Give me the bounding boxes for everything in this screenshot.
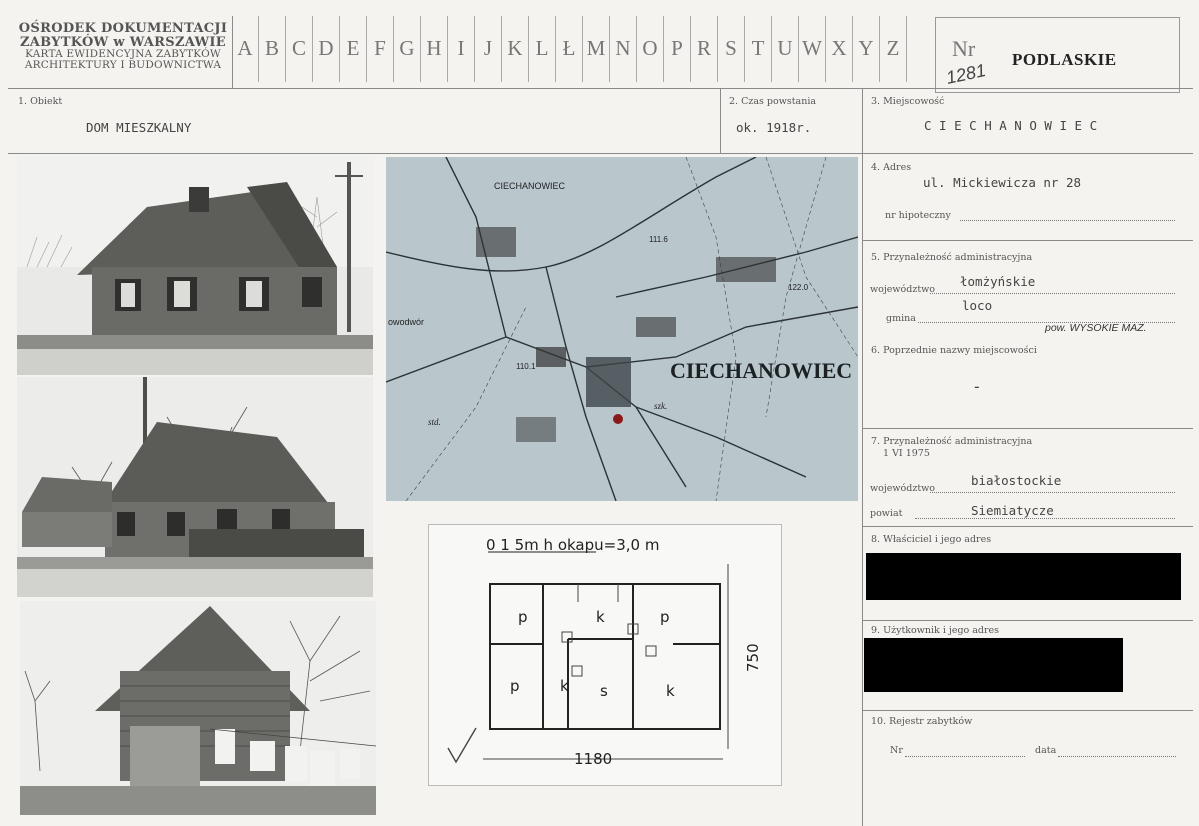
field-8-label: 8. Właściciel i jego adres	[871, 534, 992, 545]
county-value: Siemiatycze	[971, 503, 1054, 518]
field-6-label: 6. Poprzednie nazwy miejscowości	[871, 345, 1037, 356]
user-redaction	[864, 638, 1123, 692]
county-label: powiat	[870, 508, 903, 519]
county-handwritten-note: pow. WYSOKIE MAZ.	[1045, 322, 1147, 334]
index-letter: T	[745, 16, 772, 82]
photo-house-street-view	[17, 157, 373, 375]
map-place-2: szk.	[654, 401, 667, 411]
map-elevation-3: 110.1	[516, 362, 536, 371]
construction-date: ok. 1918r.	[736, 120, 812, 135]
org-line-1: OŚRODEK DOKUMENTACJI	[18, 21, 228, 36]
room-p-2: p	[660, 608, 670, 626]
location-map: CIECHANOWIEC CIECHANOWIEC 111.6 122.0 11…	[386, 157, 858, 501]
field-1-label: 1. Obiekt	[18, 96, 63, 107]
inventory-card: OŚRODEK DOKUMENTACJI ZABYTKÓW w WARSZAWI…	[0, 0, 1199, 826]
owner-redaction	[866, 553, 1181, 600]
nr-label: Nr	[952, 36, 976, 61]
index-letter-row: ABCDEFGHIJKLŁMNOPRSTUWXYZ	[232, 16, 907, 86]
organization-header: OŚRODEK DOKUMENTACJI ZABYTKÓW w WARSZAWI…	[14, 22, 232, 71]
index-letter: H	[421, 16, 448, 82]
voivodeship-label: województwo	[870, 284, 936, 295]
index-letter: D	[313, 16, 340, 82]
field-7-label: 7. Przynależność administracyjna	[871, 436, 1033, 447]
register-nr-label: Nr	[890, 745, 903, 756]
index-letter: C	[286, 16, 313, 82]
index-letter: X	[826, 16, 853, 82]
floor-plan: 0 1 5m h okapu=3,0 m p k p p k s k 1180 …	[428, 524, 782, 786]
index-letter: R	[691, 16, 718, 82]
index-letter: M	[583, 16, 610, 82]
previous-names-value: -	[972, 377, 982, 396]
index-letter: B	[259, 16, 286, 82]
field-5-label: 5. Przynależność administracyjna	[871, 252, 1033, 263]
index-letter: U	[772, 16, 799, 82]
room-p-1: p	[518, 608, 528, 626]
plan-scale-label: 0 1 5m h okapu=3,0 m	[486, 536, 659, 554]
index-letter: W	[799, 16, 826, 82]
field-10-label: 10. Rejestr zabytków	[871, 716, 973, 727]
map-town-label: CIECHANOWIEC	[670, 358, 852, 383]
index-letter: A	[232, 16, 259, 82]
index-letter: E	[340, 16, 367, 82]
field-3-label: 3. Miejscowość	[871, 96, 945, 107]
locality: C I E C H A N O W I E C	[924, 118, 1098, 133]
room-k-3: k	[666, 682, 675, 700]
index-letter: P	[664, 16, 691, 82]
field-2-label: 2. Czas powstania	[729, 96, 817, 107]
org-line-4: ARCHITEKTURY I BUDOWNICTWA	[24, 59, 222, 72]
region-name: PODLASKIE	[1012, 50, 1117, 69]
field-4-label: 4. Adres	[871, 162, 912, 173]
index-letter: F	[367, 16, 394, 82]
field-9-label: 9. Użytkownik i jego adres	[871, 625, 1000, 636]
map-place-1: owodwór	[388, 317, 424, 327]
index-letter: L	[529, 16, 556, 82]
index-letter: O	[637, 16, 664, 82]
index-letter: Ł	[556, 16, 583, 82]
map-small-town-label: CIECHANOWIEC	[494, 181, 566, 191]
index-letter: Y	[853, 16, 880, 82]
index-letter: G	[394, 16, 421, 82]
map-place-3: std.	[428, 417, 441, 427]
register-date-label: data	[1035, 745, 1057, 756]
commune-value: loco	[962, 298, 993, 313]
map-elevation-1: 111.6	[649, 235, 668, 244]
room-k-1: k	[596, 608, 605, 626]
room-s: s	[600, 682, 608, 700]
check-mark-icon	[447, 727, 477, 764]
address: ul. Mickiewicza nr 28	[923, 175, 1082, 190]
plan-depth-label: 750	[744, 643, 762, 672]
voivodeship-1975-value: białostockie	[971, 473, 1062, 488]
photo-house-backyard	[20, 601, 376, 815]
map-elevation-2: 122.0	[788, 283, 809, 292]
photo-house-side-view	[17, 377, 373, 597]
plan-width-label: 1180	[574, 750, 612, 768]
index-letter: I	[448, 16, 475, 82]
index-letter: N	[610, 16, 637, 82]
room-p-3: p	[510, 677, 520, 695]
admin-date: 1 VI 1975	[883, 448, 930, 459]
mortgage-number-label: nr hipoteczny	[885, 210, 951, 221]
commune-label: gmina	[886, 313, 916, 324]
object-type: DOM MIESZKALNY	[86, 120, 192, 135]
voivodeship-1975-label: województwo	[870, 483, 936, 494]
voivodeship-value: łomżyńskie	[960, 274, 1036, 289]
room-k-2: k	[560, 677, 569, 695]
index-letter: Z	[880, 16, 907, 82]
index-letter: K	[502, 16, 529, 82]
index-letter: S	[718, 16, 745, 82]
index-letter: J	[475, 16, 502, 82]
